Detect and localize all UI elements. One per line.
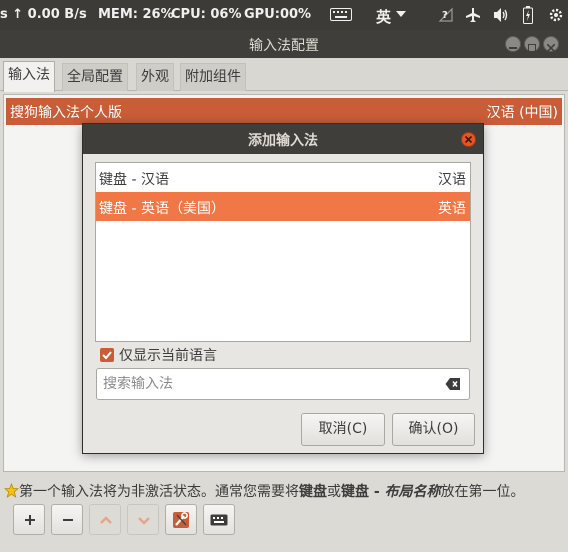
dialog-title: 添加输入法: [248, 133, 318, 149]
available-input-method-list: 键盘 - 汉语 汉语 键盘 - 英语（美国） 英语: [95, 162, 471, 342]
net-speed: s ↑ 0.00 B/s: [0, 7, 87, 22]
list-item[interactable]: 键盘 - 英语（美国） 英语: [96, 192, 470, 221]
move-down-button[interactable]: [127, 504, 159, 535]
top-panel: s ↑ 0.00 B/s MEM: 26% CPU: 06% GPU:00% 英…: [0, 0, 568, 30]
tab-input-method[interactable]: 输入法: [3, 61, 55, 92]
add-input-method-button[interactable]: [13, 504, 45, 535]
add-input-method-dialog: 添加输入法 键盘 - 汉语 汉语 键盘 - 英语（美国） 英语 仅显示当前语言 …: [82, 123, 484, 454]
tab-appearance[interactable]: 外观: [136, 63, 174, 91]
move-up-button[interactable]: [89, 504, 121, 535]
list-item[interactable]: 键盘 - 汉语 汉语: [96, 163, 470, 192]
maximize-button[interactable]: [524, 36, 540, 52]
minimize-button[interactable]: [505, 36, 521, 52]
svg-text:?: ?: [442, 10, 448, 21]
close-icon: [464, 135, 473, 144]
search-input[interactable]: [103, 373, 423, 395]
cpu-usage: CPU: 06%: [171, 7, 242, 22]
airplane-mode-icon[interactable]: [465, 7, 481, 23]
close-button[interactable]: [543, 36, 559, 53]
chevron-up-icon: [100, 516, 112, 524]
plus-icon: [25, 515, 35, 525]
tools-icon: [173, 512, 189, 528]
window-title: 输入法配置: [249, 38, 319, 54]
keyboard-icon[interactable]: [330, 8, 352, 21]
only-current-language-label[interactable]: 仅显示当前语言: [119, 345, 217, 365]
minus-icon: [63, 519, 73, 521]
gpu-usage: GPU:00%: [244, 7, 312, 22]
mem-usage: MEM: 26%: [98, 7, 174, 22]
gear-icon[interactable]: [548, 7, 564, 23]
network-question-icon[interactable]: ?: [438, 7, 454, 23]
dialog-close-button[interactable]: [461, 132, 476, 147]
cancel-button[interactable]: 取消(C): [301, 413, 385, 446]
input-method-language: 汉语: [438, 172, 466, 188]
window-titlebar: 输入法配置: [0, 30, 568, 58]
list-item[interactable]: 搜狗输入法个人版 汉语 (中国): [6, 98, 562, 125]
minimize-icon: [509, 40, 517, 49]
tab-bar: 输入法 全局配置 外观 附加组件: [0, 58, 568, 92]
remove-input-method-button[interactable]: [51, 504, 83, 535]
input-method-name: 键盘 - 汉语: [99, 172, 169, 188]
clear-icon[interactable]: [445, 377, 461, 391]
ok-button[interactable]: 确认(O): [392, 413, 475, 446]
battery-icon[interactable]: [523, 6, 533, 24]
input-method-language: 英语: [438, 201, 466, 217]
configure-button[interactable]: [165, 504, 197, 535]
tab-global-config[interactable]: 全局配置: [62, 63, 128, 91]
chevron-down-icon: [138, 517, 150, 525]
search-field[interactable]: [96, 368, 470, 400]
star-icon: [3, 482, 20, 498]
chevron-down-icon[interactable]: [396, 11, 406, 17]
only-current-language-checkbox[interactable]: [100, 348, 114, 362]
input-method-name: 键盘 - 英语（美国）: [99, 201, 225, 217]
dialog-titlebar: 添加输入法: [83, 124, 483, 154]
keyboard-layout-button[interactable]: [203, 504, 235, 535]
keyboard-icon: [210, 514, 228, 526]
info-message: 第一个输入法将为非激活状态。通常您需要将键盘或键盘 - 布局名称放在第一位。: [3, 481, 525, 501]
input-method-language: 汉语 (中国): [486, 105, 558, 121]
input-method-indicator[interactable]: 英: [376, 6, 391, 27]
checkmark-icon: [102, 351, 112, 360]
tab-addons[interactable]: 附加组件: [180, 63, 246, 91]
close-icon: [546, 40, 556, 53]
volume-icon[interactable]: [493, 7, 509, 23]
input-method-name: 搜狗输入法个人版: [10, 105, 122, 121]
maximize-icon: [528, 40, 536, 52]
